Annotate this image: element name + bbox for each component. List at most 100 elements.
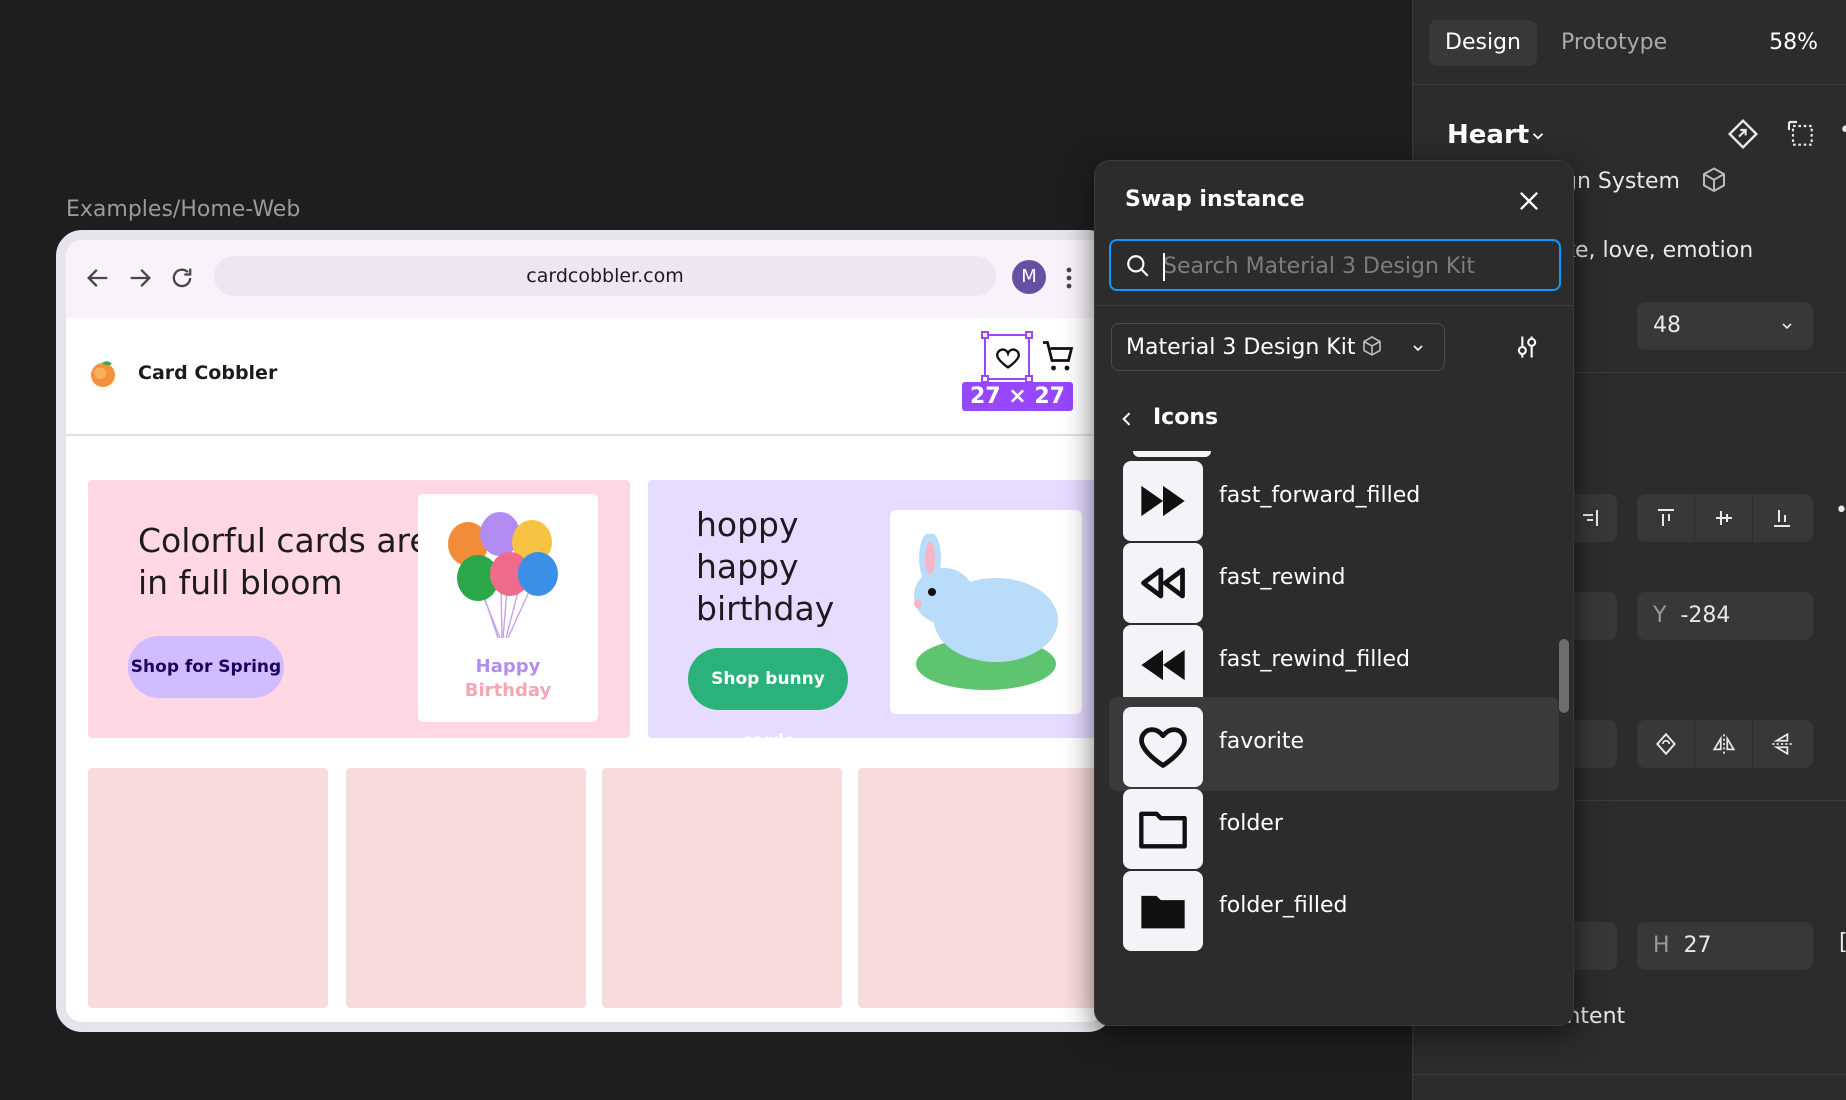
folder-filled-icon <box>1141 895 1185 929</box>
fast-rewind-filled-icon <box>1141 649 1185 681</box>
chevron-down-icon[interactable] <box>1529 127 1547 145</box>
bunny-card-image <box>890 510 1082 714</box>
go-to-main-component-icon[interactable] <box>1727 118 1759 150</box>
y-value: -284 <box>1680 603 1731 628</box>
product-tile[interactable] <box>346 768 586 1008</box>
flip-horizontal-icon <box>1712 734 1736 754</box>
rotate-icon <box>1656 732 1676 756</box>
scrollbar[interactable] <box>1559 639 1569 713</box>
icon-thumbnail <box>1123 789 1203 869</box>
icon-thumbnail <box>1123 871 1203 951</box>
align-bottom-button[interactable] <box>1753 494 1811 542</box>
more-icon[interactable]: • <box>1839 118 1846 143</box>
list-item[interactable]: folder_filled <box>1109 861 1559 955</box>
divider <box>1413 1074 1846 1075</box>
size-dropdown[interactable]: 48 <box>1637 302 1813 350</box>
search-input[interactable] <box>1163 251 1543 281</box>
close-icon[interactable] <box>1515 187 1543 215</box>
product-tile[interactable] <box>858 768 1098 1008</box>
more-vert-icon[interactable] <box>1064 264 1074 292</box>
bunny-icon <box>914 534 1058 690</box>
shopping-cart-icon[interactable] <box>1040 338 1076 374</box>
product-tile[interactable] <box>602 768 842 1008</box>
list-item-selected[interactable]: favorite <box>1109 697 1559 791</box>
birthday-card-image: Happy Birthday <box>418 494 598 722</box>
library-dropdown[interactable]: Material 3 Design Kit <box>1111 323 1445 371</box>
resize-handle[interactable] <box>981 331 989 339</box>
favorite-icon <box>1139 727 1187 768</box>
balloons-icon <box>448 512 558 639</box>
vertical-align-group <box>1637 494 1813 542</box>
detach-instance-icon[interactable] <box>1785 118 1817 150</box>
frame-label[interactable]: Examples/Home-Web <box>66 197 300 222</box>
banner-title-line: Colorful cards are <box>138 521 430 560</box>
rotate-button[interactable] <box>1637 720 1695 768</box>
size-value: 48 <box>1653 313 1681 338</box>
brand-name[interactable]: Card Cobbler <box>138 362 277 384</box>
spring-banner: Colorful cards are in full bloom Shop fo… <box>88 480 630 738</box>
icon-name: folder_filled <box>1219 893 1348 918</box>
section-title: Icons <box>1153 405 1219 430</box>
forward-arrow-icon[interactable] <box>126 264 154 292</box>
product-tile[interactable] <box>88 768 328 1008</box>
icon-name: folder <box>1219 811 1283 836</box>
browser-toolbar: cardcobbler.com M <box>66 240 1104 318</box>
align-bottom-icon <box>1774 510 1790 527</box>
y-label: Y <box>1653 603 1667 628</box>
bunny-banner: hoppy happy birthday Shop bunny cards <box>648 480 1102 751</box>
icon-name: fast_rewind <box>1219 565 1346 590</box>
align-top-button[interactable] <box>1637 494 1695 542</box>
icon-name: favorite <box>1219 729 1305 754</box>
icon-thumbnail <box>1123 625 1203 705</box>
flip-horizontal-button[interactable] <box>1695 720 1753 768</box>
y-field[interactable]: Y -284 <box>1637 592 1813 640</box>
fast-forward-filled-icon <box>1141 485 1185 517</box>
constrain-proportions-icon[interactable]: [ <box>1839 930 1846 955</box>
more-icon[interactable]: • <box>1835 498 1846 523</box>
size-badge: 27 × 27 <box>962 382 1073 411</box>
avatar[interactable]: M <box>1012 260 1046 294</box>
resize-handle[interactable] <box>1025 331 1033 339</box>
component-name[interactable]: Heart <box>1447 120 1529 150</box>
folder-icon <box>1139 811 1187 849</box>
banner-title-line: hoppy <box>696 505 799 544</box>
browser-frame[interactable]: cardcobbler.com M Card Cobbler 27 × 27 C… <box>56 230 1114 1032</box>
divider <box>1095 305 1573 306</box>
selected-heart-instance[interactable] <box>981 331 1033 383</box>
filter-settings-icon[interactable] <box>1513 333 1541 361</box>
tab-prototype[interactable]: Prototype <box>1545 20 1683 66</box>
divider <box>1413 84 1846 85</box>
h-value: 27 <box>1683 933 1712 958</box>
icon-name: fast_forward_filled <box>1219 483 1421 508</box>
library-cube-icon <box>1703 167 1725 193</box>
library-dropdown-label: Material 3 Design Kit <box>1126 335 1356 360</box>
back-to-libraries-button[interactable]: Icons <box>1117 399 1417 439</box>
flip-vertical-button[interactable] <box>1753 720 1811 768</box>
site-header: Card Cobbler 27 × 27 <box>66 318 1104 436</box>
heart-icon <box>996 348 1020 369</box>
list-item[interactable]: fast_forward_filled <box>1109 451 1559 545</box>
transform-group <box>1637 720 1813 768</box>
list-item[interactable]: fast_rewind_filled <box>1109 615 1559 709</box>
h-field[interactable]: H 27 <box>1637 922 1813 970</box>
back-arrow-icon[interactable] <box>84 264 112 292</box>
address-bar[interactable]: cardcobbler.com <box>214 256 996 296</box>
component-description: ke, love, emotion <box>1563 238 1754 263</box>
align-middle-button[interactable] <box>1695 494 1753 542</box>
tab-design[interactable]: Design <box>1429 20 1537 66</box>
text-caret <box>1163 253 1165 281</box>
shop-bunny-cards-button[interactable]: Shop bunny cards <box>688 648 848 751</box>
card-text: Birthday <box>464 680 552 701</box>
shop-for-spring-button[interactable]: Shop for Spring <box>128 636 284 698</box>
flip-vertical-icon <box>1772 732 1792 756</box>
chevron-left-icon <box>1122 412 1131 426</box>
list-item[interactable]: fast_rewind <box>1109 533 1559 627</box>
zoom-level[interactable]: 58% <box>1769 30 1818 55</box>
reload-icon[interactable] <box>168 264 196 292</box>
list-item[interactable]: folder <box>1109 779 1559 873</box>
library-name: gn System <box>1563 169 1680 194</box>
chevron-down-icon <box>1413 345 1423 352</box>
peach-logo-icon <box>91 361 115 387</box>
search-box[interactable] <box>1109 239 1561 291</box>
h-label: H <box>1653 933 1670 958</box>
